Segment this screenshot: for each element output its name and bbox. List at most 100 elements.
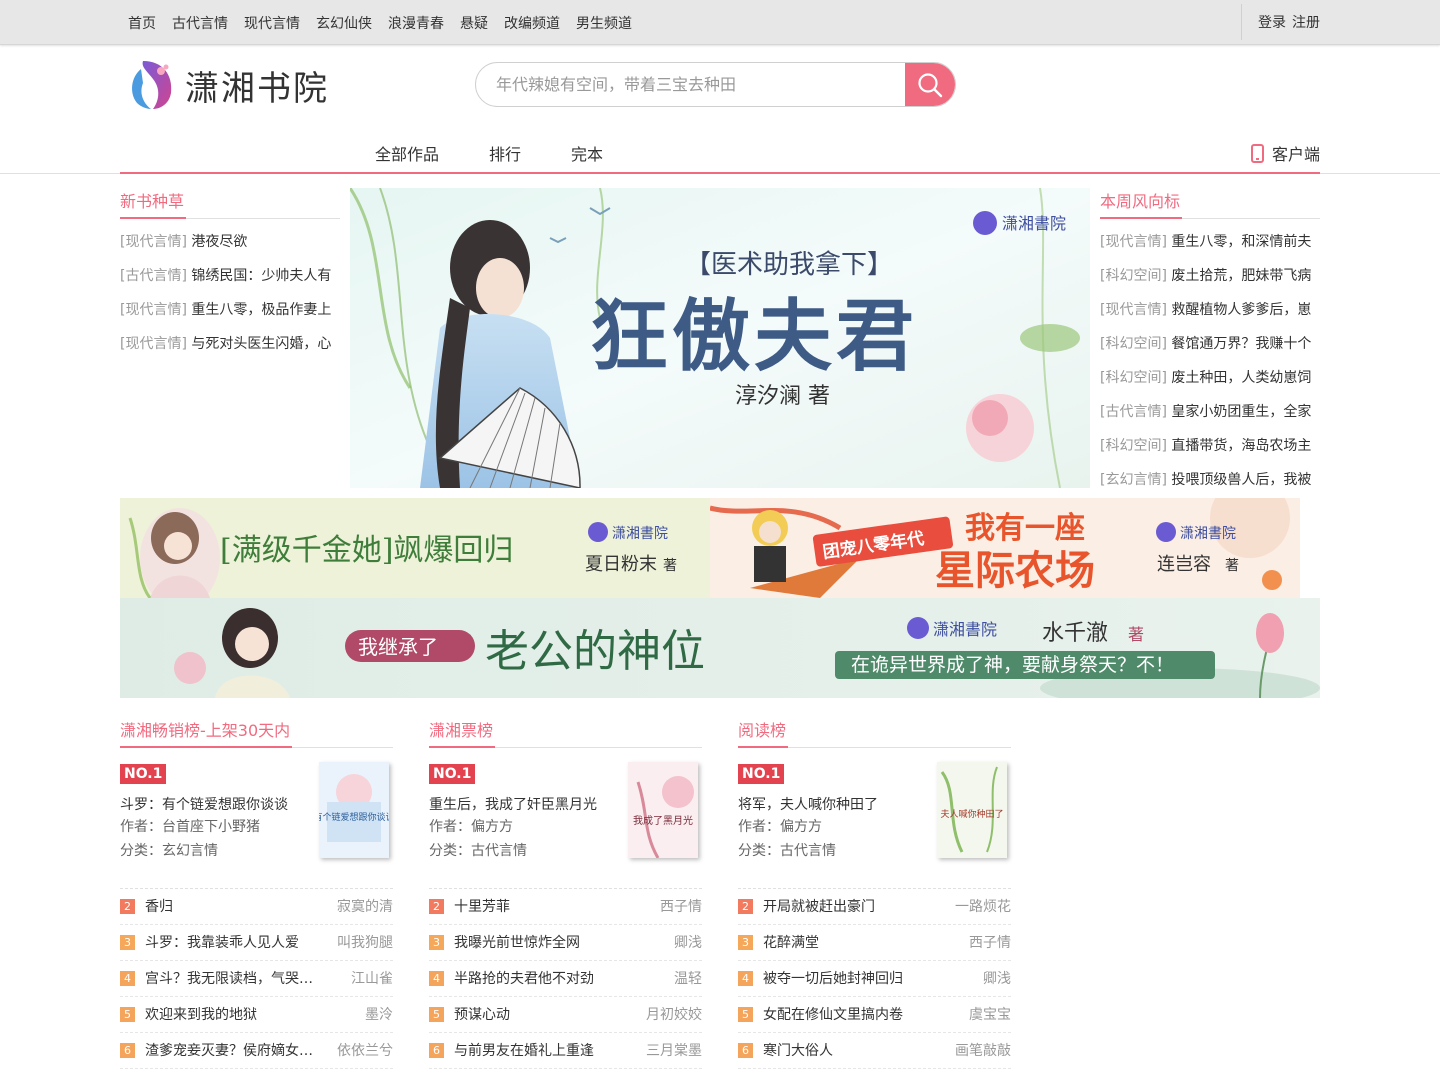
table-row[interactable]: 3 我曝光前世惊炸全网 卿浅 bbox=[429, 925, 702, 961]
topnav-adaptation[interactable]: 改编频道 bbox=[504, 13, 560, 33]
book-cover[interactable]: 夫人喊你种田了 bbox=[937, 762, 1007, 858]
topnav-modern-romance[interactable]: 现代言情 bbox=[244, 13, 300, 33]
book-name[interactable]: 半路抢的夫君他不对劲 bbox=[454, 961, 594, 997]
list-item-category[interactable]: [现代言情] bbox=[1100, 302, 1167, 318]
table-row[interactable]: 5 欢迎来到我的地狱 墨泠 bbox=[120, 997, 393, 1033]
book-author[interactable]: 叫我狗腿 bbox=[337, 925, 393, 961]
list-item-title[interactable]: 重生八零，和深情前夫 bbox=[1171, 234, 1311, 250]
table-row[interactable]: 4 半路抢的夫君他不对劲 温轻 bbox=[429, 961, 702, 997]
book-author[interactable]: 一路烦花 bbox=[955, 889, 1011, 925]
book-author[interactable]: 西子情 bbox=[660, 889, 702, 925]
promo-banner-2[interactable]: 团宠八零年代 我有一座 星际农场 潇湘書院 连岂容 著 bbox=[710, 498, 1300, 598]
book-name[interactable]: 我曝光前世惊炸全网 bbox=[454, 925, 580, 961]
nav-all-works[interactable]: 全部作品 bbox=[375, 141, 439, 165]
book-author[interactable]: 卿浅 bbox=[674, 925, 702, 961]
table-row[interactable]: 5 预谋心动 月初姣姣 bbox=[429, 997, 702, 1033]
book-author[interactable]: 依依兰兮 bbox=[337, 1033, 393, 1069]
list-item-title[interactable]: 港夜尽欲 bbox=[191, 234, 247, 250]
list-item-title[interactable]: 与死对头医生闪婚，心 bbox=[191, 336, 331, 352]
nav-ranking[interactable]: 排行 bbox=[489, 141, 521, 165]
list-item-title[interactable]: 餐馆通万界？我赚十个 bbox=[1171, 336, 1311, 352]
list-item[interactable]: [古代言情] 锦绣民国：少帅夫人有 bbox=[120, 259, 340, 293]
list-item[interactable]: [科幻空间] 废土拾荒，肥妹带飞病 bbox=[1100, 259, 1320, 293]
list-item-category[interactable]: [古代言情] bbox=[120, 268, 187, 284]
book-name[interactable]: 斗罗：我靠装乖人见人爱 bbox=[145, 925, 299, 961]
book-author[interactable]: 三月棠墨 bbox=[646, 1033, 702, 1069]
book-author[interactable]: 画笔敲敲 bbox=[955, 1033, 1011, 1069]
list-item[interactable]: [现代言情] 与死对头医生闪婚，心 bbox=[120, 327, 340, 361]
list-item-category[interactable]: [科幻空间] bbox=[1100, 336, 1167, 352]
book-name[interactable]: 宫斗？我无限读档，气哭… bbox=[145, 961, 313, 997]
book-name[interactable]: 渣爹宠妾灭妻？侯府嫡女… bbox=[145, 1033, 313, 1069]
table-row[interactable]: 6 寒门大俗人 画笔敲敲 bbox=[738, 1033, 1011, 1069]
list-item-title[interactable]: 废土种田，人类幼崽饲 bbox=[1171, 370, 1311, 386]
table-row[interactable]: 4 被夺一切后她封神回归 卿浅 bbox=[738, 961, 1011, 997]
register-link[interactable]: 注册 bbox=[1292, 12, 1320, 32]
list-item-category[interactable]: [现代言情] bbox=[120, 234, 187, 250]
list-item-category[interactable]: [玄幻言情] bbox=[1100, 472, 1167, 488]
list-item[interactable]: [现代言情] 重生八零，极品作妻上 bbox=[120, 293, 340, 327]
promo-banner-3[interactable]: 我继承了 老公的神位 潇湘書院 水千澈 著 在诡异世界成了神，要献身祭天？不！ bbox=[120, 598, 1320, 698]
list-item[interactable]: [科幻空间] 直播带货，海岛农场主 bbox=[1100, 429, 1320, 463]
rank-top-item[interactable]: NO.1 斗罗：有个链爱想跟你谈谈 作者：台首座下小野猪 分类：玄幻言情 有个链… bbox=[120, 758, 393, 876]
search-input[interactable] bbox=[476, 63, 906, 106]
book-name[interactable]: 十里芳菲 bbox=[454, 889, 510, 925]
rank-top-title[interactable]: 斗罗：有个链爱想跟你谈谈 bbox=[120, 794, 288, 814]
client-download-link[interactable]: 客户端 bbox=[1250, 141, 1320, 165]
table-row[interactable]: 5 女配在修仙文里搞内卷 虞宝宝 bbox=[738, 997, 1011, 1033]
list-item-category[interactable]: [科幻空间] bbox=[1100, 438, 1167, 454]
promo-banner-1[interactable]: [满级千金她]飒爆回归 潇湘書院 夏日粉末 著 bbox=[120, 498, 710, 598]
book-author[interactable]: 寂寞的清 bbox=[337, 889, 393, 925]
list-item-title[interactable]: 救醒植物人爹爹后，崽 bbox=[1171, 302, 1311, 318]
nav-completed[interactable]: 完本 bbox=[571, 141, 603, 165]
book-name[interactable]: 开局就被赶出豪门 bbox=[763, 889, 875, 925]
section-title[interactable]: 潇湘票榜 bbox=[429, 717, 496, 748]
list-item-category[interactable]: [古代言情] bbox=[1100, 404, 1167, 420]
book-author[interactable]: 卿浅 bbox=[983, 961, 1011, 997]
list-item[interactable]: [现代言情] 港夜尽欲 bbox=[120, 225, 340, 259]
book-author[interactable]: 墨泠 bbox=[365, 997, 393, 1033]
list-item-title[interactable]: 皇家小奶团重生，全家 bbox=[1171, 404, 1311, 420]
book-name[interactable]: 欢迎来到我的地狱 bbox=[145, 997, 257, 1033]
book-cover[interactable]: 有个链爱想跟你谈谈 bbox=[319, 762, 389, 858]
table-row[interactable]: 6 渣爹宠妾灭妻？侯府嫡女… 依依兰兮 bbox=[120, 1033, 393, 1069]
list-item-title[interactable]: 投喂顶级兽人后，我被 bbox=[1171, 472, 1311, 488]
book-author[interactable]: 温轻 bbox=[674, 961, 702, 997]
list-item-category[interactable]: [现代言情] bbox=[120, 302, 187, 318]
book-name[interactable]: 被夺一切后她封神回归 bbox=[763, 961, 903, 997]
search-button[interactable] bbox=[905, 63, 955, 106]
list-item[interactable]: [古代言情] 皇家小奶团重生，全家 bbox=[1100, 395, 1320, 429]
topnav-ancient-romance[interactable]: 古代言情 bbox=[172, 13, 228, 33]
section-title[interactable]: 潇湘畅销榜-上架30天内 bbox=[120, 717, 293, 748]
book-cover[interactable]: 我成了黑月光 bbox=[628, 762, 698, 858]
book-name[interactable]: 花醉满堂 bbox=[763, 925, 819, 961]
list-item[interactable]: [现代言情] 重生八零，和深情前夫 bbox=[1100, 225, 1320, 259]
book-author[interactable]: 江山雀 bbox=[351, 961, 393, 997]
list-item-title[interactable]: 锦绣民国：少帅夫人有 bbox=[191, 268, 331, 284]
topnav-mystery[interactable]: 悬疑 bbox=[460, 13, 488, 33]
book-author[interactable]: 月初姣姣 bbox=[646, 997, 702, 1033]
list-item-title[interactable]: 重生八零，极品作妻上 bbox=[191, 302, 331, 318]
list-item[interactable]: [科幻空间] 废土种田，人类幼崽饲 bbox=[1100, 361, 1320, 395]
topnav-home[interactable]: 首页 bbox=[128, 13, 156, 33]
book-name[interactable]: 预谋心动 bbox=[454, 997, 510, 1033]
list-item[interactable]: [玄幻言情] 投喂顶级兽人后，我被 bbox=[1100, 463, 1320, 497]
list-item-category[interactable]: [科幻空间] bbox=[1100, 370, 1167, 386]
section-title[interactable]: 阅读榜 bbox=[738, 717, 789, 748]
list-item-title[interactable]: 直播带货，海岛农场主 bbox=[1171, 438, 1311, 454]
book-name[interactable]: 寒门大俗人 bbox=[763, 1033, 833, 1069]
list-item[interactable]: [科幻空间] 餐馆通万界？我赚十个 bbox=[1100, 327, 1320, 361]
book-name[interactable]: 女配在修仙文里搞内卷 bbox=[763, 997, 903, 1033]
list-item-category[interactable]: [现代言情] bbox=[1100, 234, 1167, 250]
rank-top-title[interactable]: 重生后，我成了奸臣黑月光 bbox=[429, 794, 597, 814]
rank-top-item[interactable]: NO.1 将军，夫人喊你种田了 作者：偏方方 分类：古代言情 夫人喊你种田了 bbox=[738, 758, 1011, 876]
list-item-title[interactable]: 废土拾荒，肥妹带飞病 bbox=[1171, 268, 1311, 284]
rank-top-item[interactable]: NO.1 重生后，我成了奸臣黑月光 作者：偏方方 分类：古代言情 我成了黑月光 bbox=[429, 758, 702, 876]
table-row[interactable]: 4 宫斗？我无限读档，气哭… 江山雀 bbox=[120, 961, 393, 997]
topnav-fantasy[interactable]: 玄幻仙侠 bbox=[316, 13, 372, 33]
book-author[interactable]: 虞宝宝 bbox=[969, 997, 1011, 1033]
book-author[interactable]: 西子情 bbox=[969, 925, 1011, 961]
logo[interactable]: 潇湘书院 bbox=[123, 59, 329, 111]
table-row[interactable]: 2 香归 寂寞的清 bbox=[120, 889, 393, 925]
book-name[interactable]: 香归 bbox=[145, 889, 173, 925]
